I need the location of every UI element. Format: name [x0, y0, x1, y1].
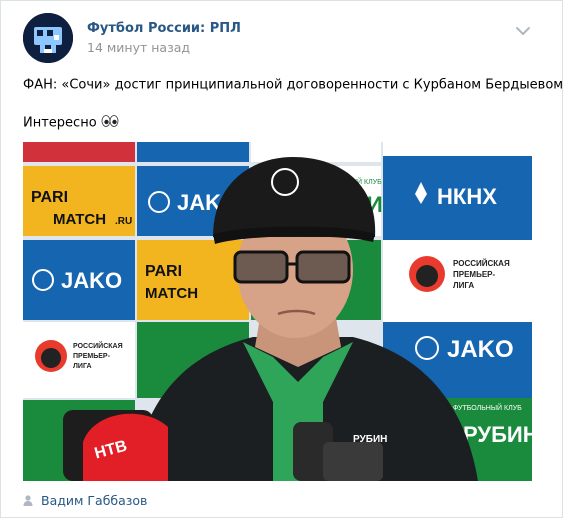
post-timestamp[interactable]: 14 минут назад [87, 40, 190, 55]
post-photo[interactable]: PARI MATCH .RU JAKO РОССИЙСКАЯ ПРЕМЬЕР- … [23, 142, 532, 481]
photo-rpl2-1: ПРЕМЬЕР- [73, 353, 111, 360]
photo-pari-2: PARI [145, 263, 182, 280]
photo-rpl3-2: ЛИГА [453, 281, 474, 290]
photo-jako-1: JAKO [61, 268, 122, 293]
eyes-emoji-icon [101, 114, 119, 132]
photo-club-2: ФУТБОЛЬНЫЙ КЛУБ [453, 403, 522, 412]
photo-match-1: MATCH [53, 211, 106, 228]
photo-rpl1-2: РОССИЙСКАЯ [453, 259, 510, 268]
photo-author[interactable]: Вадим Габбазов [23, 491, 147, 509]
post-text-line-2: Интересно [23, 114, 119, 132]
user-icon [23, 494, 33, 506]
chevron-down-icon[interactable] [513, 23, 533, 37]
post-card: Футбол России: РПЛ 14 минут назад ФАН: «… [0, 0, 563, 518]
photo-match-2: MATCH [145, 285, 198, 302]
post-text-2: Интересно [23, 115, 97, 131]
photo-rpl3-1: ЛИГА [73, 363, 92, 370]
photo-rpl2-2: ПРЕМЬЕР- [453, 270, 496, 279]
photo-nknx: НКНХ [437, 184, 497, 209]
photo-ru-1: .RU [115, 216, 132, 227]
post-text-line-1: ФАН: «Сочи» достиг принципиальной догово… [23, 75, 563, 95]
photo-pari-1: PARI [31, 189, 68, 206]
photo-jako-3: JAKO [447, 336, 514, 363]
photo-rpl1-1: РОССИЙСКАЯ [73, 341, 123, 350]
group-avatar[interactable] [23, 13, 73, 63]
post-text: ФАН: «Сочи» достиг принципиальной догово… [23, 77, 563, 93]
group-name-link[interactable]: Футбол России: РПЛ [87, 21, 241, 36]
photo-rubin-2: РУБИН [463, 422, 532, 447]
author-name[interactable]: Вадим Габбазов [41, 493, 147, 508]
